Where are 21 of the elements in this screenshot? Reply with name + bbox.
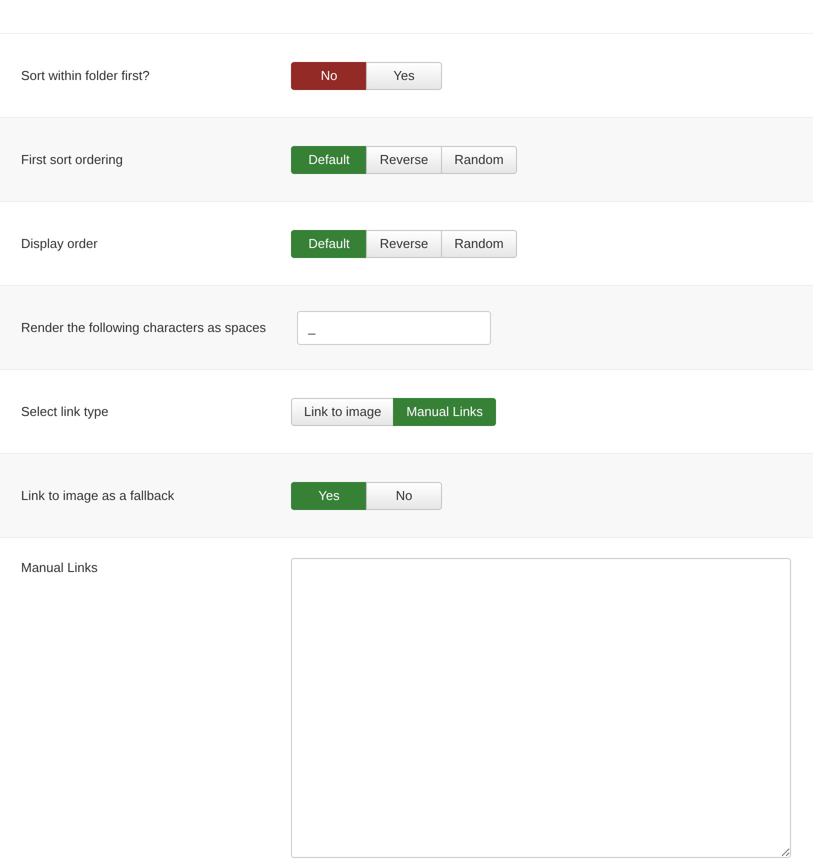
toggle-option[interactable]: Default — [291, 230, 367, 258]
field-label: Sort within folder first? — [20, 66, 151, 84]
toggle-option[interactable]: Yes — [366, 62, 442, 90]
toggle-option[interactable]: Manual Links — [393, 398, 496, 426]
toggle-option[interactable]: Reverse — [366, 230, 442, 258]
toggle-option[interactable]: Link to image — [291, 398, 394, 426]
text-area[interactable] — [291, 558, 791, 858]
toggle-option[interactable]: Default — [291, 146, 367, 174]
toggle-option[interactable]: No — [291, 62, 367, 90]
toggle-option[interactable]: Yes — [291, 482, 367, 510]
toggle-option[interactable]: Random — [441, 146, 517, 174]
field-label: Link to image as a fallback — [20, 486, 176, 504]
field-label: First sort ordering — [20, 150, 124, 168]
toggle-option[interactable]: Random — [441, 230, 517, 258]
field-label: Render the following characters as spaces — [20, 318, 267, 336]
field-label: Display order — [20, 234, 99, 252]
text-input[interactable]: _ — [297, 310, 491, 344]
field-label: Select link type — [20, 402, 110, 420]
field-label: Manual Links — [20, 559, 99, 577]
toggle-option[interactable]: Reverse — [366, 146, 442, 174]
toggle-option[interactable]: No — [366, 482, 442, 510]
